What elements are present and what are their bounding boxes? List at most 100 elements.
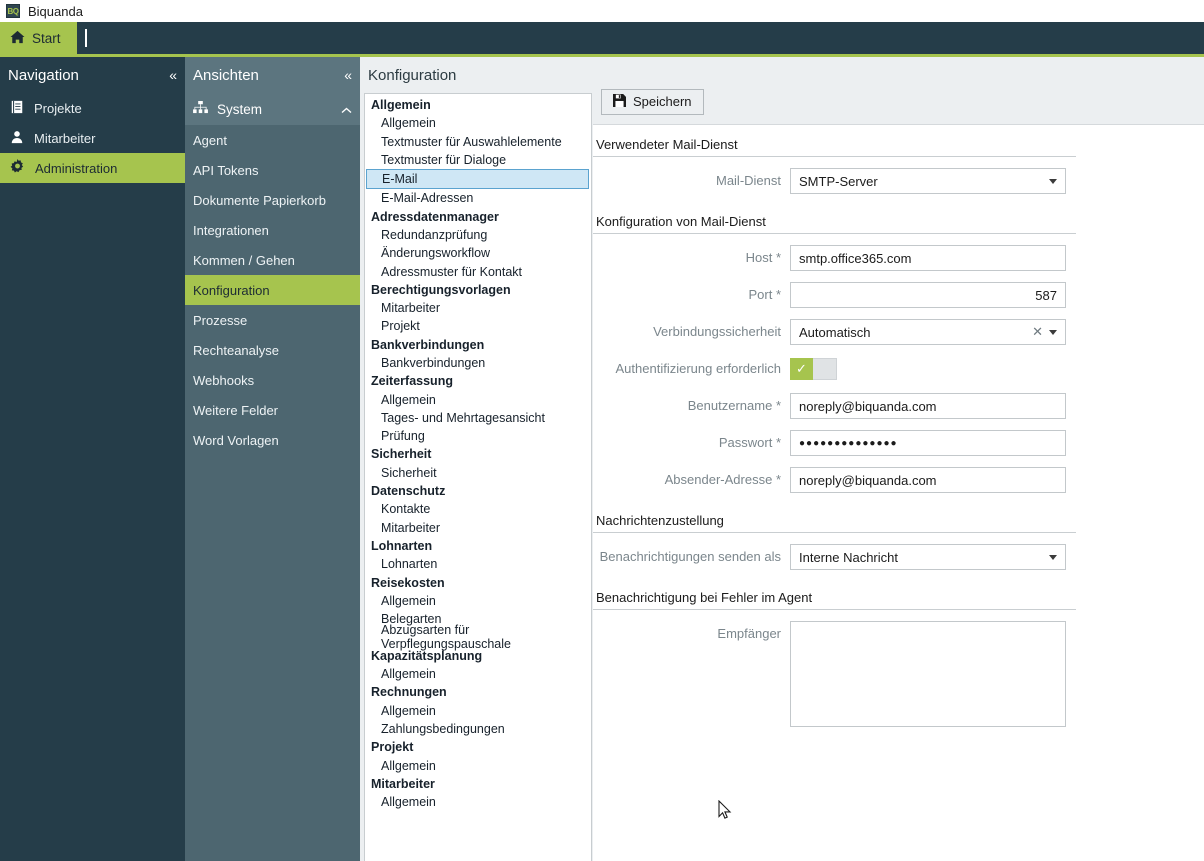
tree-item[interactable]: Mitarbeiter [365, 519, 591, 537]
tree-item[interactable]: Redundanzprüfung [365, 226, 591, 244]
views-group-system[interactable]: System [185, 93, 360, 125]
passwort-input[interactable]: ●●●●●●●●●●●●●● [790, 430, 1066, 456]
views-item-label: Dokumente Papierkorb [193, 192, 326, 208]
tree-item[interactable]: E-Mail-Adressen [365, 189, 591, 207]
tree-item[interactable]: Allgemein [365, 702, 591, 720]
tree-group[interactable]: Sicherheit [365, 445, 591, 463]
views-item-agent[interactable]: Agent [185, 125, 360, 155]
tree-item[interactable]: Abzugsarten für Verpflegungspauschale [365, 623, 591, 651]
toggle-off-half [813, 358, 837, 380]
views-item-label: Rechteanalyse [193, 342, 279, 358]
tree-group[interactable]: Reisekosten [365, 573, 591, 591]
save-button[interactable]: Speichern [601, 88, 704, 115]
views-item-kommen-gehen[interactable]: Kommen / Gehen [185, 245, 360, 275]
port-input[interactable]: 587 [790, 282, 1066, 308]
tree-group[interactable]: Berechtigungsvorlagen [365, 281, 591, 299]
field-host-label: Host * [745, 250, 781, 265]
mail-dienst-select[interactable]: SMTP-Server [790, 168, 1066, 194]
tree-group[interactable]: Mitarbeiter [365, 775, 591, 793]
views-item-konfiguration[interactable]: Konfiguration [185, 275, 360, 305]
tree-item[interactable]: Textmuster für Auswahlelemente [365, 133, 591, 151]
chevron-down-icon [1049, 329, 1057, 335]
chevron-double-left-icon[interactable]: « [169, 67, 177, 83]
host-input[interactable]: smtp.office365.com [790, 245, 1066, 271]
tree-item[interactable]: Mitarbeiter [365, 299, 591, 317]
views-item-label: Kommen / Gehen [193, 252, 295, 268]
navigation-header-label: Navigation [8, 66, 79, 84]
absender-adresse-input[interactable]: noreply@biquanda.com [790, 467, 1066, 493]
field-absender-adresse-label: Absender-Adresse * [664, 472, 781, 487]
benutzername-input[interactable]: noreply@biquanda.com [790, 393, 1066, 419]
views-item-webhooks[interactable]: Webhooks [185, 365, 360, 395]
views-item-label: Prozesse [193, 312, 248, 328]
tree-item[interactable]: Allgemein [365, 793, 591, 811]
views-panel: Ansichten « System Agent API Tokens Doku… [185, 57, 360, 861]
tree-item[interactable]: Lohnarten [365, 555, 591, 573]
sidebar-item-projekte-label: Projekte [34, 100, 82, 116]
config-tree[interactable]: Allgemein Allgemein Textmuster für Auswahl… [364, 93, 592, 861]
views-item-weitere-felder[interactable]: Weitere Felder [185, 395, 360, 425]
views-item-word-vorlagen[interactable]: Word Vorlagen [185, 425, 360, 455]
sidebar-item-mitarbeiter[interactable]: Mitarbeiter [0, 123, 185, 153]
required-marker: * [775, 472, 781, 487]
views-item-prozesse[interactable]: Prozesse [185, 305, 360, 335]
tree-item[interactable]: Sicherheit [365, 464, 591, 482]
tree-item[interactable]: Projekt [365, 317, 591, 335]
chevron-up-icon[interactable] [341, 102, 352, 117]
gear-icon [10, 159, 25, 177]
field-absender-adresse: Absender-Adresse * noreply@biquanda.com [593, 467, 1204, 493]
benachrichtigungen-select[interactable]: Interne Nachricht [790, 544, 1066, 570]
required-marker: * [775, 287, 781, 302]
tree-item[interactable]: Allgemein [365, 665, 591, 683]
tree-group[interactable]: Lohnarten [365, 537, 591, 555]
tab-separator [84, 29, 87, 47]
tree-item[interactable]: Prüfung [365, 427, 591, 445]
views-item-label: Word Vorlagen [193, 432, 279, 448]
views-item-integrationen[interactable]: Integrationen [185, 215, 360, 245]
tree-item[interactable]: E-Mail [366, 169, 589, 190]
chevron-double-left-icon[interactable]: « [344, 67, 352, 83]
views-item-api-tokens[interactable]: API Tokens [185, 155, 360, 185]
tree-group[interactable]: Bankverbindungen [365, 336, 591, 354]
tree-item[interactable]: Textmuster für Dialoge [365, 151, 591, 169]
tab-start-label: Start [32, 30, 61, 46]
tree-group[interactable]: Zeiterfassung [365, 372, 591, 390]
save-floppy-icon [613, 93, 626, 110]
tree-group[interactable]: Datenschutz [365, 482, 591, 500]
tree-group[interactable]: Projekt [365, 738, 591, 756]
tree-item[interactable]: Allgemein [365, 390, 591, 408]
tree-item[interactable]: Allgemein [365, 114, 591, 132]
tree-item[interactable]: Zahlungsbedingungen [365, 720, 591, 738]
sidebar-item-administration[interactable]: Administration [0, 153, 185, 183]
main-body: Navigation « Projekte Mitarbeiter Admini… [0, 57, 1204, 861]
tree-item[interactable]: Tages- und Mehrtagesansicht [365, 409, 591, 427]
field-authentifizierung-label: Authentifizierung erforderlich [615, 361, 781, 376]
verbindungssicherheit-select[interactable]: Automatisch ✕ [790, 319, 1066, 345]
field-empfaenger: Empfänger [593, 621, 1204, 727]
tree-item[interactable]: Kontakte [365, 500, 591, 518]
sidebar-item-projekte[interactable]: Projekte [0, 93, 185, 123]
tree-group[interactable]: Adressdatenmanager [365, 207, 591, 225]
sidebar-item-mitarbeiter-label: Mitarbeiter [34, 130, 96, 146]
section-agent-fehler: Benachrichtigung bei Fehler im Agent [593, 590, 1076, 610]
views-header-label: Ansichten [193, 66, 259, 84]
empfaenger-textarea[interactable] [790, 621, 1066, 727]
tree-item[interactable]: Änderungsworkflow [365, 244, 591, 262]
tab-start[interactable]: Start [0, 22, 77, 54]
close-icon[interactable]: ✕ [1032, 324, 1043, 340]
authentifizierung-toggle[interactable]: ✓ [790, 358, 837, 380]
projects-icon [10, 100, 24, 117]
host-value: smtp.office365.com [799, 250, 912, 266]
window-title: Biquanda [28, 3, 83, 19]
field-benachrichtigungen-senden-als: Benachrichtigungen senden als Interne Na… [593, 544, 1204, 570]
tree-group[interactable]: Allgemein [365, 96, 591, 114]
title-bar: BQ Biquanda [0, 0, 1204, 22]
views-item-label: Agent [193, 132, 227, 148]
views-item-dokumente-papierkorb[interactable]: Dokumente Papierkorb [185, 185, 360, 215]
tree-item[interactable]: Adressmuster für Kontakt [365, 262, 591, 280]
tree-group[interactable]: Rechnungen [365, 683, 591, 701]
tree-item[interactable]: Bankverbindungen [365, 354, 591, 372]
tree-item[interactable]: Allgemein [365, 756, 591, 774]
tree-item[interactable]: Allgemein [365, 592, 591, 610]
views-item-rechteanalyse[interactable]: Rechteanalyse [185, 335, 360, 365]
